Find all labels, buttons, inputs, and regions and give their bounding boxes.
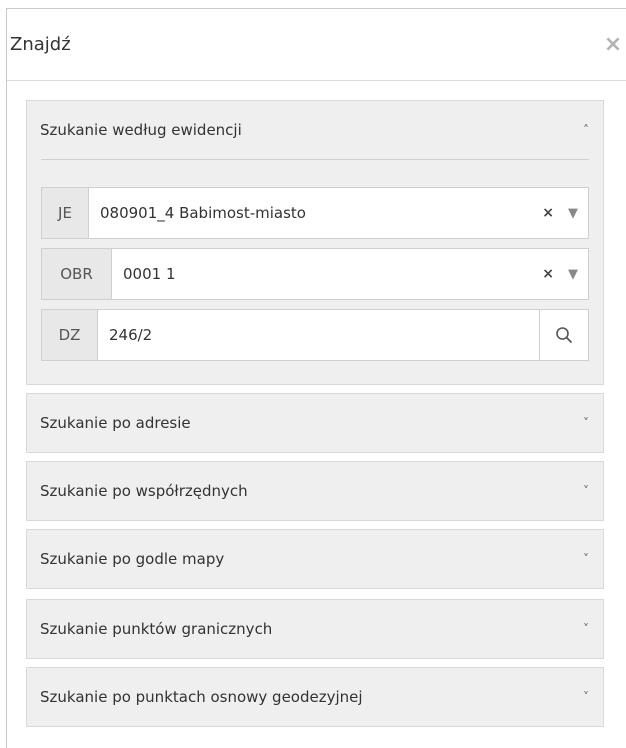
obr-dropdown-icon[interactable]: ▼: [568, 267, 578, 282]
chevron-down-icon: ˅: [583, 690, 589, 704]
je-dropdown-icon[interactable]: ▼: [568, 206, 578, 221]
section-title: Szukanie po punktach osnowy geodezyjnej: [40, 688, 363, 706]
section-address-search[interactable]: Szukanie po adresie ˅: [26, 393, 604, 453]
obr-field: OBR 0001 1 × ▼: [41, 248, 589, 300]
section-geodetic-control-search[interactable]: Szukanie po punktach osnowy geodezyjnej …: [26, 667, 604, 727]
section-registry-header[interactable]: Szukanie według ewidencji ˄: [27, 101, 603, 159]
section-header[interactable]: Szukanie po punktach osnowy geodezyjnej …: [27, 668, 603, 726]
section-header[interactable]: Szukanie po godle mapy ˅: [27, 530, 603, 588]
dz-label: DZ: [42, 310, 98, 360]
section-divider: [41, 159, 589, 160]
section-title: Szukanie według ewidencji: [40, 121, 242, 139]
chevron-down-icon: ˅: [583, 416, 589, 430]
section-title: Szukanie po adresie: [40, 414, 191, 432]
search-panel: Znajdź × Szukanie według ewidencji ˄ JE …: [6, 8, 626, 748]
section-title: Szukanie po współrzędnych: [40, 482, 248, 500]
je-select[interactable]: 080901_4 Babimost-miasto: [89, 188, 542, 238]
panel-header: Znajdź ×: [7, 9, 626, 81]
obr-label: OBR: [42, 249, 112, 299]
obr-clear-icon[interactable]: ×: [542, 266, 554, 282]
chevron-down-icon: ˅: [583, 622, 589, 636]
dz-field: DZ 246/2: [41, 309, 589, 361]
close-icon: ×: [603, 32, 623, 57]
section-map-sheet-search[interactable]: Szukanie po godle mapy ˅: [26, 529, 604, 589]
dz-input[interactable]: 246/2: [98, 310, 539, 360]
section-coordinates-search[interactable]: Szukanie po współrzędnych ˅: [26, 461, 604, 521]
je-field: JE 080901_4 Babimost-miasto × ▼: [41, 187, 589, 239]
section-registry-search: Szukanie według ewidencji ˄ JE 080901_4 …: [26, 100, 604, 385]
je-clear-icon[interactable]: ×: [542, 205, 554, 221]
section-title: Szukanie punktów granicznych: [40, 620, 273, 638]
section-title: Szukanie po godle mapy: [40, 550, 225, 568]
je-label: JE: [42, 188, 89, 238]
section-boundary-points-search[interactable]: Szukanie punktów granicznych ˅: [26, 599, 604, 659]
section-header[interactable]: Szukanie po współrzędnych ˅: [27, 462, 603, 520]
close-button[interactable]: ×: [598, 30, 626, 60]
panel-title: Znajdź: [10, 34, 71, 55]
chevron-down-icon: ˅: [583, 484, 589, 498]
chevron-down-icon: ˅: [583, 552, 589, 566]
section-header[interactable]: Szukanie po adresie ˅: [27, 394, 603, 452]
search-button[interactable]: [539, 310, 588, 360]
chevron-up-icon: ˄: [583, 123, 589, 137]
search-icon: [556, 327, 572, 343]
section-header[interactable]: Szukanie punktów granicznych ˅: [27, 600, 603, 658]
obr-select[interactable]: 0001 1: [112, 249, 542, 299]
